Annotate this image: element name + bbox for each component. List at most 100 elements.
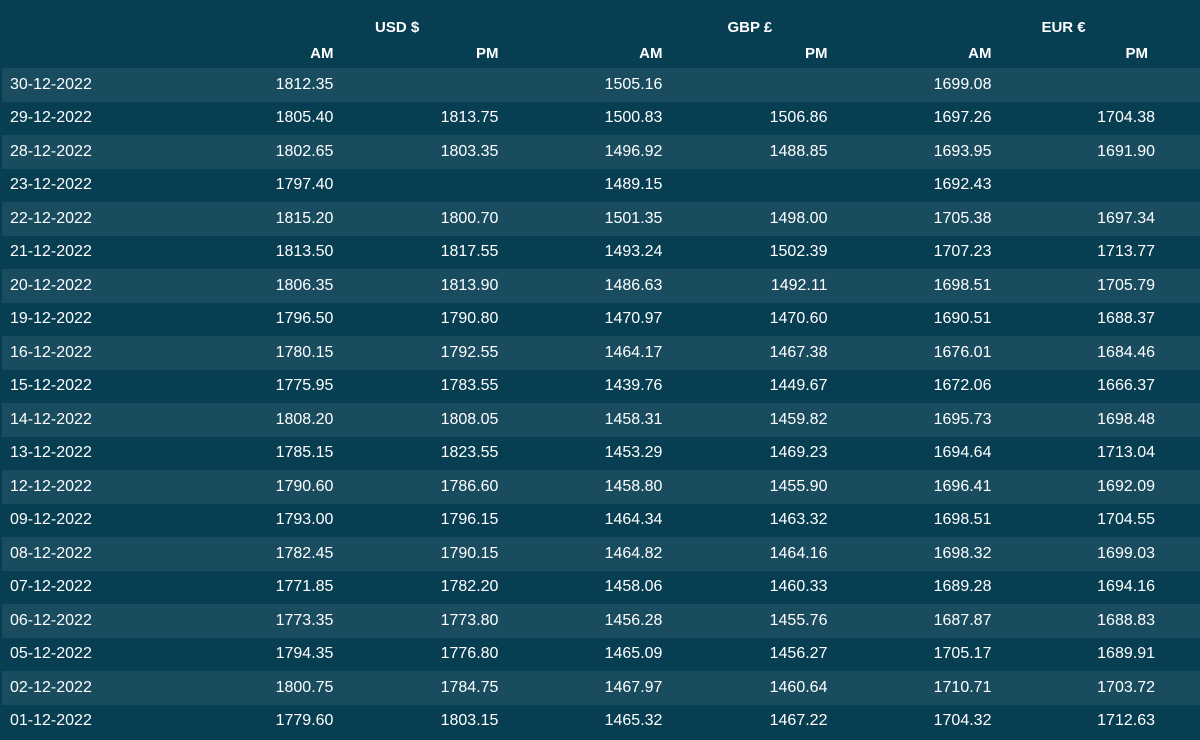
price-cell: 1464.34 <box>604 511 663 529</box>
price-cell: 1464.17 <box>604 343 663 361</box>
price-cell: 1488.85 <box>769 142 828 160</box>
price-cell: 1790.60 <box>275 477 334 495</box>
row-date: 30-12-2022 <box>10 75 92 93</box>
price-cell: 1469.23 <box>769 444 828 462</box>
table-row: 30-12-2022 1812.35 1505.16 1699.08 <box>2 68 1200 102</box>
price-cell: 1794.35 <box>275 645 334 663</box>
price-cell: 1704.32 <box>933 712 992 730</box>
price-cell: 1813.90 <box>440 276 499 294</box>
row-date: 06-12-2022 <box>10 611 92 629</box>
price-cell <box>1011 68 1200 102</box>
price-cell: 1773.35 <box>275 611 334 629</box>
price-cell: 1703.72 <box>1097 678 1155 696</box>
price-cell: 1771.85 <box>275 578 334 596</box>
price-cell: 1470.97 <box>604 310 663 328</box>
price-cell: 1694.64 <box>933 444 992 462</box>
price-cell: 1501.35 <box>604 209 663 227</box>
price-cell: 1792.55 <box>440 343 499 361</box>
subheader-gbp-pm: PM <box>804 44 828 62</box>
price-cell: 1817.55 <box>440 243 499 261</box>
currency-header-usd: USD $ <box>374 19 420 36</box>
price-cell: 1467.22 <box>769 712 828 730</box>
price-cell: 1784.75 <box>440 678 499 696</box>
price-cell: 1453.29 <box>604 444 663 462</box>
price-cell: 1710.71 <box>933 678 992 696</box>
currency-header-gbp: GBP £ <box>727 19 773 36</box>
price-cell: 1498.00 <box>769 209 828 227</box>
price-cell: 1458.31 <box>604 410 663 428</box>
price-cell: 1698.32 <box>933 544 992 562</box>
price-cell: 1800.70 <box>440 209 499 227</box>
price-cell: 1688.37 <box>1097 310 1155 328</box>
price-cell: 1464.16 <box>769 544 828 562</box>
price-cell: 1713.04 <box>1097 444 1155 462</box>
row-date: 20-12-2022 <box>10 276 92 294</box>
price-cell: 1790.80 <box>440 310 499 328</box>
price-cell: 1712.63 <box>1097 712 1155 730</box>
table-row: 29-12-2022 1805.40 1813.75 1500.83 1506.86 16… <box>2 101 1200 135</box>
price-cell: 1492.11 <box>770 276 828 294</box>
subheader-gbp-am: AM <box>639 44 663 62</box>
row-date: 13-12-2022 <box>10 444 92 462</box>
row-date: 22-12-2022 <box>10 209 92 227</box>
price-cell: 1460.33 <box>769 578 828 596</box>
price-table-container: USD $ GBP £ EUR € AM PM AM PM AM PM 30-1… <box>0 0 1200 740</box>
price-cell: 1672.06 <box>933 377 992 395</box>
row-date: 02-12-2022 <box>10 678 92 696</box>
price-cell: 1783.55 <box>440 377 499 395</box>
corner-cell <box>2 0 165 40</box>
price-cell: 1802.65 <box>275 142 334 160</box>
row-date: 21-12-2022 <box>10 243 92 261</box>
price-cell: 1467.38 <box>769 343 828 361</box>
price-cell: 1786.60 <box>440 477 499 495</box>
table-row: 19-12-2022 1796.50 1790.80 1470.97 1470.60 16… <box>2 302 1200 336</box>
price-cell: 1812.35 <box>275 75 334 93</box>
price-cell: 1713.77 <box>1097 243 1155 261</box>
price-cell: 1695.73 <box>933 410 992 428</box>
row-date: 05-12-2022 <box>10 645 92 663</box>
price-cell: 1694.16 <box>1097 578 1155 596</box>
row-date: 07-12-2022 <box>10 578 92 596</box>
price-cell: 1699.03 <box>1097 544 1155 562</box>
table-row: 20-12-2022 1806.35 1813.90 1486.63 1492.11 16… <box>2 269 1200 303</box>
row-date: 12-12-2022 <box>10 477 92 495</box>
price-cell: 1456.28 <box>604 611 663 629</box>
price-cell: 1803.15 <box>440 712 499 730</box>
table-row: 28-12-2022 1802.65 1803.35 1496.92 1488.85 16… <box>2 135 1200 169</box>
price-cell: 1704.38 <box>1097 109 1155 127</box>
price-cell <box>1011 169 1200 203</box>
price-cell: 1805.40 <box>275 109 334 127</box>
row-date: 28-12-2022 <box>10 142 92 160</box>
price-cell: 1689.91 <box>1097 645 1155 663</box>
table-body: 30-12-2022 1812.35 1505.16 1699.08 29-12-202… <box>2 68 1200 738</box>
price-cell: 1687.87 <box>933 611 992 629</box>
session-header-row: AM PM AM PM AM PM <box>2 40 1200 68</box>
subheader-eur-am: AM <box>968 44 992 62</box>
row-date: 15-12-2022 <box>10 377 92 395</box>
price-cell: 1698.48 <box>1097 410 1155 428</box>
price-cell: 1464.82 <box>604 544 663 562</box>
price-cell: 1773.80 <box>440 611 499 629</box>
table-row: 22-12-2022 1815.20 1800.70 1501.35 1498.00 17… <box>2 202 1200 236</box>
price-cell: 1459.82 <box>769 410 828 428</box>
table-row: 06-12-2022 1773.35 1773.80 1456.28 1455.76 16… <box>2 604 1200 638</box>
price-cell <box>353 169 518 203</box>
price-cell: 1697.26 <box>933 109 992 127</box>
price-cell: 1813.75 <box>440 109 499 127</box>
table-row: 02-12-2022 1800.75 1784.75 1467.97 1460.64 17… <box>2 671 1200 705</box>
price-cell: 1806.35 <box>275 276 334 294</box>
price-cell: 1823.55 <box>440 444 499 462</box>
price-cell: 1684.46 <box>1097 343 1155 361</box>
price-cell: 1797.40 <box>275 176 334 194</box>
currency-header-eur: EUR € <box>1041 19 1086 36</box>
price-cell <box>682 169 847 203</box>
row-date: 16-12-2022 <box>10 343 92 361</box>
price-cell: 1779.60 <box>275 712 334 730</box>
price-cell: 1493.24 <box>604 243 663 261</box>
table-row: 23-12-2022 1797.40 1489.15 1692.43 <box>2 168 1200 203</box>
price-cell: 1506.86 <box>769 109 828 127</box>
row-date: 01-12-2022 <box>10 712 92 730</box>
price-cell: 1815.20 <box>275 209 334 227</box>
price-cell: 1692.09 <box>1097 477 1155 495</box>
table-header: USD $ GBP £ EUR € AM PM AM PM AM PM <box>2 0 1200 68</box>
